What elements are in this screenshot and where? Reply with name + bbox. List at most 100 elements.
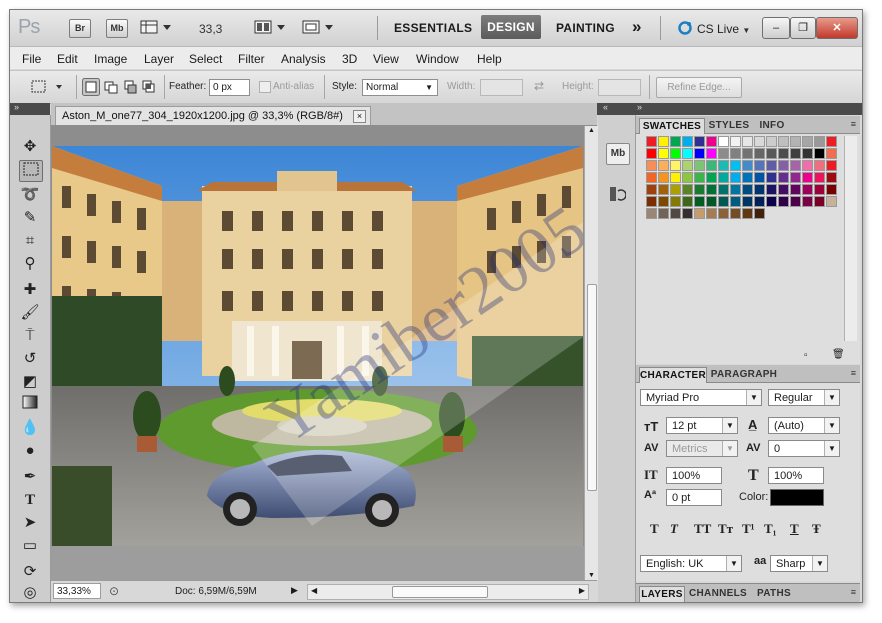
baseline-shift-input[interactable]: 0 pt (666, 489, 722, 506)
menu-select[interactable]: Select (189, 52, 222, 66)
faux-bold-button[interactable]: T (650, 521, 659, 537)
tracking-input[interactable]: 0 ▼ (768, 440, 840, 457)
color-swatch[interactable] (814, 136, 825, 147)
color-swatch[interactable] (694, 208, 705, 219)
color-swatch[interactable] (670, 196, 681, 207)
vertical-scrollbar[interactable]: ▲ ▼ (584, 126, 598, 580)
view-extras-icon[interactable] (140, 19, 171, 35)
cs-live-menu[interactable]: CS Live ▼ (697, 22, 750, 36)
color-swatch[interactable] (826, 148, 837, 159)
tab-layers[interactable]: LAYERS (639, 586, 685, 602)
menu-3d[interactable]: 3D (342, 52, 357, 66)
color-swatch[interactable] (658, 184, 669, 195)
color-swatch[interactable] (766, 136, 777, 147)
color-swatch[interactable] (682, 136, 693, 147)
close-window-button[interactable]: ✕ (816, 17, 858, 39)
color-swatch[interactable] (706, 160, 717, 171)
color-swatch[interactable] (778, 136, 789, 147)
color-swatch[interactable] (730, 148, 741, 159)
tools-panel-header[interactable]: » (10, 102, 50, 115)
color-swatch[interactable] (754, 136, 765, 147)
leading-input[interactable]: (Auto) ▼ (768, 417, 840, 434)
color-swatch[interactable] (754, 148, 765, 159)
vertical-scroll-thumb[interactable] (587, 284, 597, 491)
color-swatch[interactable] (694, 160, 705, 171)
scroll-right-icon[interactable]: ▶ (579, 586, 585, 595)
font-style-select[interactable]: Regular ▼ (768, 389, 840, 406)
color-swatch[interactable] (646, 160, 657, 171)
clone-stamp-tool-icon[interactable]: ⍑ (19, 326, 41, 346)
color-swatch[interactable] (730, 160, 741, 171)
color-swatch[interactable] (802, 184, 813, 195)
tab-paragraph[interactable]: PARAGRAPH (708, 367, 780, 382)
workspace-painting[interactable]: PAINTING (556, 21, 615, 35)
collapse-icon[interactable]: » (14, 102, 19, 112)
document-image[interactable]: Yamiber2005 (52, 146, 583, 546)
color-swatch[interactable] (826, 160, 837, 171)
expand-icon[interactable]: » (637, 102, 642, 112)
maximize-button[interactable]: ❐ (790, 17, 816, 39)
tab-channels[interactable]: CHANNELS (688, 586, 748, 601)
tab-info[interactable]: INFO (756, 118, 788, 133)
text-color-swatch[interactable] (770, 489, 824, 506)
color-swatch[interactable] (730, 172, 741, 183)
color-swatch[interactable] (658, 208, 669, 219)
antialias-select[interactable]: Sharp ▼ (770, 555, 828, 572)
tab-swatches[interactable]: SWATCHES (639, 118, 705, 134)
small-caps-button[interactable]: Tт (718, 521, 733, 537)
color-swatch[interactable] (766, 172, 777, 183)
expand-icon[interactable]: « (603, 102, 608, 112)
color-swatch[interactable] (754, 172, 765, 183)
crop-tool-icon[interactable]: ⌗ (19, 231, 41, 251)
anti-alias-checkbox[interactable] (259, 81, 271, 93)
workspace-design[interactable]: DESIGN (481, 15, 541, 39)
close-tab-icon[interactable]: × (353, 110, 366, 123)
dodge-tool-icon[interactable]: ● (19, 441, 41, 461)
color-swatch[interactable] (742, 208, 753, 219)
menu-analysis[interactable]: Analysis (281, 52, 326, 66)
color-swatch[interactable] (826, 184, 837, 195)
color-swatch[interactable] (718, 148, 729, 159)
height-input[interactable] (598, 79, 641, 96)
color-swatch[interactable] (778, 172, 789, 183)
font-size-input[interactable]: 12 pt ▼ (666, 417, 738, 434)
color-swatch[interactable] (646, 196, 657, 207)
color-swatch[interactable] (826, 136, 837, 147)
gradient-tool-icon[interactable] (19, 395, 41, 415)
swap-dimensions-icon[interactable]: ⇄ (534, 79, 544, 93)
color-swatch[interactable] (682, 148, 693, 159)
color-swatch[interactable] (802, 196, 813, 207)
color-swatch[interactable] (718, 136, 729, 147)
color-swatch[interactable] (718, 196, 729, 207)
color-swatch[interactable] (754, 184, 765, 195)
color-swatch[interactable] (790, 196, 801, 207)
color-swatch[interactable] (670, 208, 681, 219)
panel-menu-icon[interactable]: ≡ (851, 368, 856, 378)
horizontal-scrollbar[interactable]: ◀ ▶ (307, 584, 589, 600)
color-swatch[interactable] (826, 196, 837, 207)
mini-bridge-panel-icon[interactable]: Mb (606, 143, 630, 165)
screen-mode-icon[interactable] (302, 19, 333, 35)
mini-bridge-button[interactable]: Mb (106, 19, 128, 38)
color-swatch[interactable] (754, 208, 765, 219)
color-swatch[interactable] (802, 160, 813, 171)
color-swatch[interactable] (826, 172, 837, 183)
type-tool-icon[interactable]: T (19, 490, 41, 510)
color-swatch[interactable] (670, 172, 681, 183)
tab-paths[interactable]: PATHS (754, 586, 794, 601)
color-swatch[interactable] (658, 172, 669, 183)
menu-window[interactable]: Window (416, 52, 459, 66)
eyedropper-tool-icon[interactable]: ⚲ (19, 254, 41, 274)
color-swatch[interactable] (742, 172, 753, 183)
color-swatch[interactable] (646, 148, 657, 159)
feather-input[interactable]: 0 px (209, 79, 250, 96)
color-swatch[interactable] (766, 196, 777, 207)
color-swatch[interactable] (778, 160, 789, 171)
color-swatch[interactable] (742, 136, 753, 147)
color-swatch[interactable] (658, 148, 669, 159)
arrange-documents-icon[interactable] (254, 19, 285, 35)
delete-swatch-icon[interactable]: 🗑 (832, 349, 845, 360)
color-swatch[interactable] (814, 196, 825, 207)
color-swatch[interactable] (706, 208, 717, 219)
color-swatch[interactable] (718, 160, 729, 171)
